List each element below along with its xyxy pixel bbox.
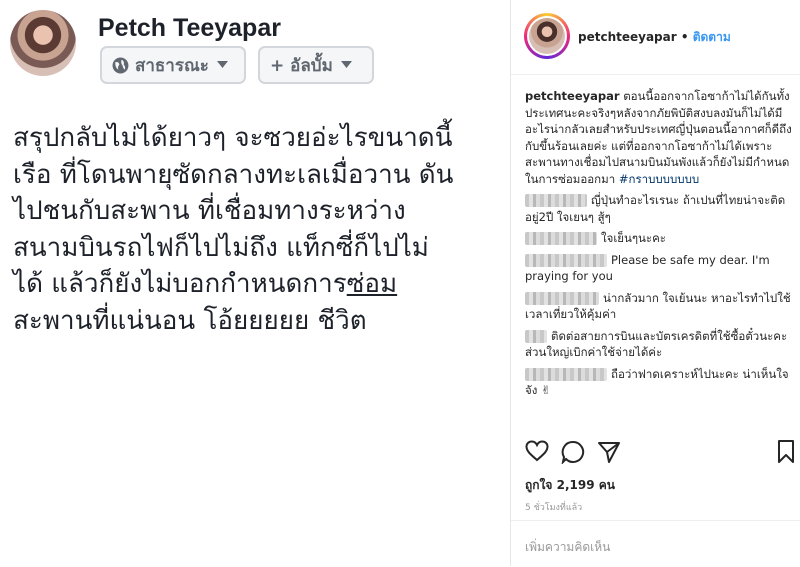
comment: ถือว่าฟาดเคราะห์ไปนะคะ น่าเห็นใจจัง ✌ xyxy=(525,366,795,399)
comment: ติดต่อสายการบินและบัตรเครดิตที่ใช้ซื้อตั… xyxy=(525,328,795,361)
comment: ญี่ปุ่นทำอะไรเรนะ ถ้าเปนที่ไทยน่าจะติดอย… xyxy=(525,192,795,225)
ig-header: petchteeyapar • ติดตาม xyxy=(511,0,800,75)
misspelled-word: ซ่อม xyxy=(346,269,398,299)
blurred-username xyxy=(525,367,607,381)
add-comment-placeholder: เพิ่มความคิดเห็น xyxy=(525,540,611,554)
album-label: + อัลบั้ม xyxy=(270,55,333,76)
comments-list: petchteeyapar ตอนนี้ออกจากโอซาก้าไม่ได้ก… xyxy=(525,88,795,399)
comment-text: ใจเย็นๆนะคะ xyxy=(601,231,666,245)
profile-name[interactable]: Petch Teeyapar xyxy=(98,14,281,43)
caption-username[interactable]: petchteeyapar xyxy=(525,89,620,103)
privacy-label: สาธารณะ xyxy=(135,55,209,76)
blurred-username xyxy=(525,194,587,207)
instagram-post-panel: petchteeyapar • ติดตาม petchteeyapar ตอน… xyxy=(510,0,800,566)
ig-header-row: petchteeyapar • ติดตาม xyxy=(578,28,731,47)
action-bar xyxy=(525,440,795,468)
bookmark-icon[interactable] xyxy=(777,440,795,468)
post-line: เรือ ที่โดนพายุซัดกลางทะเลเมื่อวาน ดัน xyxy=(13,159,454,190)
globe-icon xyxy=(112,57,129,74)
post-line: สะพานที่แน่นอน โอ้ยยยยย ชีวิต xyxy=(13,305,367,336)
caption: petchteeyapar ตอนนี้ออกจากโอซาก้าไม่ได้ก… xyxy=(525,88,795,187)
follow-button[interactable]: ติดตาม xyxy=(693,30,731,44)
likes-count[interactable]: ถูกใจ 2,199 คน xyxy=(525,476,615,495)
facebook-post-panel: Petch Teeyapar สาธารณะ + อัลบั้ม สรุปกลั… xyxy=(0,0,510,566)
blurred-username xyxy=(525,253,607,267)
post-line: ได้ แล้วก็ยังไม่บอกกำหนดการซ่อม xyxy=(13,269,398,299)
comment: น่ากลัวมาก ใจเย้นนะ หาอะไรทำไปใช้เวลาเที… xyxy=(525,290,795,323)
heart-icon[interactable] xyxy=(525,440,549,466)
post-timestamp: 5 ชั่วโมงที่แล้ว xyxy=(525,503,583,513)
add-album-button[interactable]: + อัลบั้ม xyxy=(258,46,374,84)
add-comment-field[interactable]: เพิ่มความคิดเห็น xyxy=(511,520,800,567)
comment-text: ติดต่อสายการบินและบัตรเครดิตที่ใช้ซื้อตั… xyxy=(525,328,788,360)
share-icon[interactable] xyxy=(597,440,621,468)
post-line: สรุปกลับไม่ได้ยาวๆ จะซวยอ่ะไรขนาดนี้ xyxy=(13,123,453,153)
privacy-button[interactable]: สาธารณะ xyxy=(100,46,246,84)
chevron-down-icon xyxy=(340,61,352,69)
comment-icon[interactable] xyxy=(561,440,585,468)
chevron-down-icon xyxy=(216,61,228,69)
ig-username[interactable]: petchteeyapar xyxy=(578,30,677,44)
profile-avatar[interactable] xyxy=(10,10,76,76)
blurred-username xyxy=(525,329,547,343)
ig-avatar[interactable] xyxy=(524,13,570,59)
blurred-username xyxy=(525,232,597,245)
hashtag-link[interactable]: #กราบบบบบบบ xyxy=(619,172,699,186)
separator-dot: • xyxy=(680,30,689,44)
comment: Please be safe my dear. I'm praying for … xyxy=(525,252,795,285)
post-line: ไปชนกับสะพาน ที่เชื่อมทางระหว่าง xyxy=(13,196,406,226)
post-line: สนามบินรถไฟก็ไปไม่ถึง แท็กซี่ก็ไปไม่ xyxy=(13,232,429,263)
comment: ใจเย็นๆนะคะ xyxy=(525,230,795,247)
blurred-username xyxy=(525,291,599,305)
post-text: สรุปกลับไม่ได้ยาวๆ จะซวยอ่ะไรขนาดนี้ เรื… xyxy=(13,120,493,339)
